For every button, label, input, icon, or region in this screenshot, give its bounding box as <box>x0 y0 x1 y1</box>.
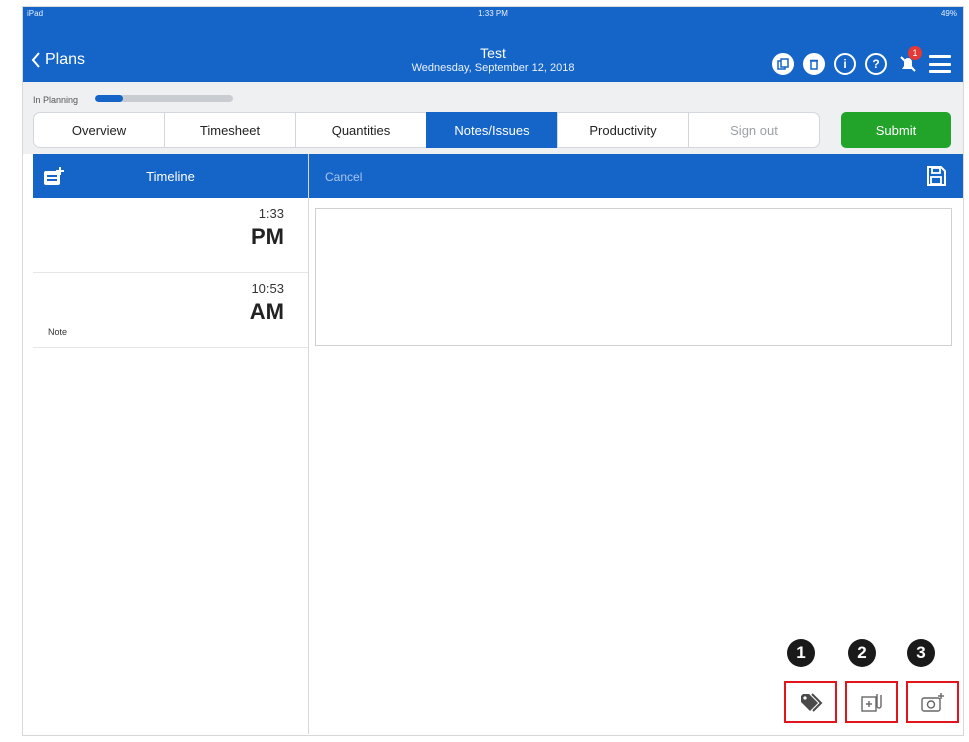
top-navigation-bar: iPad 1:33 PM 49% Plans Test Wednesday, S… <box>23 7 963 82</box>
tab-quantities[interactable]: Quantities <box>295 112 427 148</box>
note-editor-panel: Cancel 1 2 3 <box>309 154 963 734</box>
app-window: iPad 1:33 PM 49% Plans Test Wednesday, S… <box>22 6 964 736</box>
tag-button[interactable] <box>784 681 837 723</box>
timeline-header: Timeline <box>33 154 308 198</box>
callout-number: 3 <box>907 639 935 667</box>
timeline-entry[interactable]: 10:53 AM Note <box>33 273 308 348</box>
delete-button[interactable] <box>803 53 825 75</box>
cancel-button[interactable]: Cancel <box>325 170 362 184</box>
tab-overview[interactable]: Overview <box>33 112 165 148</box>
header-actions: i ? 1 <box>772 46 951 76</box>
progress-label: In Planning <box>33 95 79 105</box>
info-button[interactable]: i <box>834 53 856 75</box>
add-photo-icon <box>920 693 944 712</box>
attach-file-icon <box>860 694 882 712</box>
help-icon: ? <box>872 57 880 71</box>
entry-ampm: PM <box>251 224 284 249</box>
note-text-area[interactable] <box>315 208 952 346</box>
entry-time: 1:33 <box>258 206 284 221</box>
progress-fill <box>95 95 123 102</box>
editor-header: Cancel <box>309 154 963 198</box>
tag-icon <box>800 693 822 712</box>
attach-file-button[interactable] <box>845 681 898 723</box>
tab-timesheet[interactable]: Timesheet <box>164 112 296 148</box>
timeline-entry[interactable]: 1:33 PM <box>33 198 308 273</box>
entry-label: Note <box>48 327 68 337</box>
planning-progress-bar <box>95 95 233 102</box>
copy-icon <box>777 58 789 70</box>
sub-toolbar: In Planning Overview Timesheet Quantities N… <box>23 82 963 154</box>
tab-bar: Overview Timesheet Quantities Notes/Issues P… <box>33 112 820 148</box>
help-button[interactable]: ? <box>865 53 887 75</box>
status-bar: iPad 1:33 PM 49% <box>23 7 963 21</box>
add-photo-button[interactable] <box>906 681 959 723</box>
tab-productivity[interactable]: Productivity <box>557 112 689 148</box>
save-icon[interactable] <box>925 165 947 187</box>
notification-badge: 1 <box>908 46 922 60</box>
submit-button[interactable]: Submit <box>841 112 951 148</box>
battery-label: 49% <box>940 9 957 18</box>
callout-number: 2 <box>848 639 876 667</box>
timeline-list: 1:33 PM 10:53 AM Note <box>33 198 308 348</box>
tab-notes-issues[interactable]: Notes/Issues <box>426 112 558 148</box>
trash-icon <box>810 59 818 70</box>
hamburger-menu-icon[interactable] <box>929 55 951 73</box>
tab-sign-out[interactable]: Sign out <box>688 112 820 148</box>
entry-time: 10:53 <box>251 281 284 296</box>
copy-button[interactable] <box>772 53 794 75</box>
timeline-title: Timeline <box>146 169 195 184</box>
notifications-button[interactable]: 1 <box>896 46 922 76</box>
clock: 1:33 PM <box>478 9 508 18</box>
timeline-panel: Timeline 1:33 PM 10:53 AM Note <box>33 154 309 734</box>
info-icon: i <box>843 57 847 71</box>
callout-number: 1 <box>787 639 815 667</box>
entry-ampm: AM <box>249 299 284 324</box>
